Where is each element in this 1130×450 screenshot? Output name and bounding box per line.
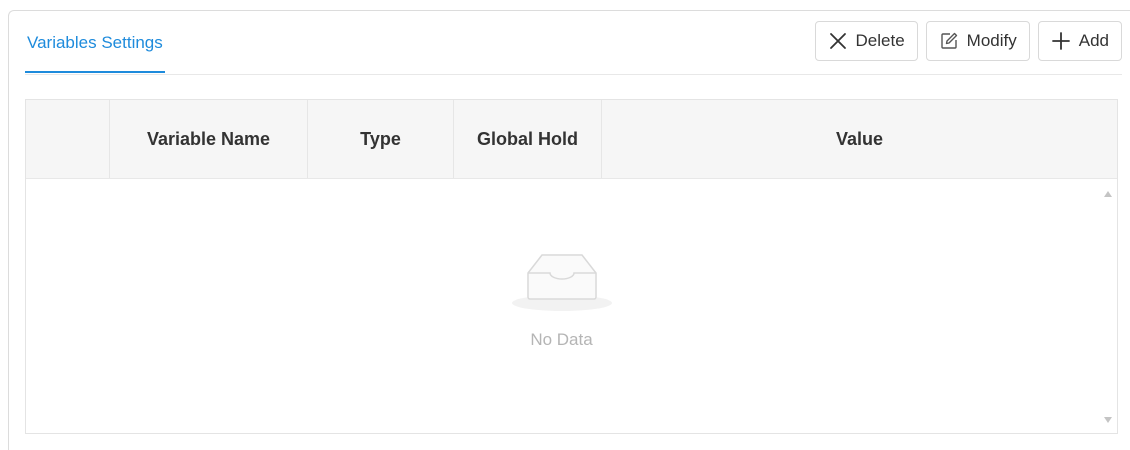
scroll-up-icon[interactable]: [1104, 191, 1112, 197]
scroll-down-icon[interactable]: [1104, 417, 1112, 423]
delete-button[interactable]: Delete: [814, 21, 918, 61]
modify-button-label: Modify: [966, 31, 1017, 50]
add-button[interactable]: Add: [1037, 21, 1122, 61]
modify-button[interactable]: Modify: [925, 21, 1030, 61]
delete-button-label: Delete: [855, 31, 905, 50]
close-icon: [828, 31, 848, 51]
add-button-label: Add: [1078, 31, 1109, 50]
column-header-global-hold[interactable]: Global Hold: [454, 100, 602, 178]
plus-icon: [1051, 31, 1071, 51]
tab-bar: Variables Settings Delete Modify Add: [25, 11, 1122, 75]
variables-table: Variable Name Type Global Hold Value No …: [25, 99, 1118, 434]
toolbar: Delete Modify Add: [814, 21, 1122, 61]
tab-variables-settings[interactable]: Variables Settings: [25, 33, 165, 73]
column-header-type[interactable]: Type: [308, 100, 454, 178]
table-header: Variable Name Type Global Hold Value: [26, 100, 1117, 179]
vertical-scrollbar[interactable]: [1099, 179, 1117, 433]
table-body: No Data: [26, 179, 1117, 433]
empty-text: No Data: [530, 330, 593, 349]
column-header-select: [26, 100, 110, 178]
variables-settings-panel: Variables Settings Delete Modify Add Var…: [8, 10, 1130, 450]
edit-icon: [939, 31, 959, 51]
empty-inbox-icon: [510, 247, 614, 316]
column-header-variable-name[interactable]: Variable Name: [110, 100, 308, 178]
column-header-value[interactable]: Value: [602, 100, 1117, 178]
empty-state: No Data: [26, 247, 1097, 350]
